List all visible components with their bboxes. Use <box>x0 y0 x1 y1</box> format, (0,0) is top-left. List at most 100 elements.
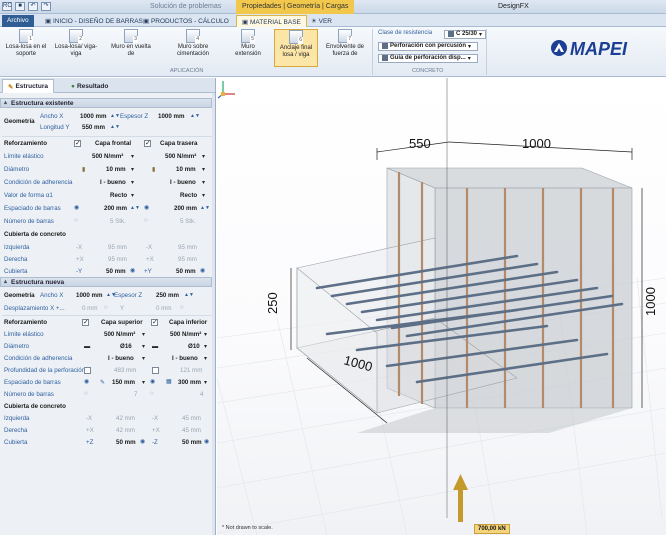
app-muro-cimentacion-button[interactable]: 4 Muro sobre cimentación <box>170 29 216 67</box>
length-y-spinner-icon[interactable]: ▲▼ <box>110 124 120 130</box>
chevron-down-icon[interactable]: ▾ <box>142 355 145 362</box>
undo-icon[interactable]: ↶ <box>28 2 38 11</box>
bottom-layer-checkbox[interactable] <box>151 318 158 326</box>
cover-spinner-icon[interactable]: ◉ <box>200 267 205 274</box>
existing-back-value[interactable]: 5 Stk. <box>180 218 196 225</box>
chevron-down-icon[interactable]: ▾ <box>204 379 207 386</box>
new-bottom-value[interactable]: 500 N/mm² <box>170 331 201 338</box>
chevron-down-icon[interactable]: ▾ <box>204 355 207 362</box>
pencil-icon[interactable]: ✎ <box>100 379 105 386</box>
width-x-spinner-icon[interactable]: ▲▼ <box>110 113 120 119</box>
spacing-radio-icon[interactable]: ◉ <box>150 378 155 385</box>
depth-top-checkbox[interactable] <box>84 367 91 374</box>
chevron-down-icon[interactable]: ▾ <box>131 153 134 160</box>
redo-icon[interactable]: ↷ <box>41 2 51 11</box>
app-envolvente-fuerza-button[interactable]: 7 Envolvente de fuerza de <box>322 29 368 67</box>
chevron-down-icon[interactable]: ▾ <box>202 166 205 173</box>
width-x-input[interactable]: 1000 mm <box>80 113 107 120</box>
existing-front-value[interactable]: 5 Stk. <box>110 218 126 225</box>
chevron-down-icon[interactable]: ▾ <box>202 179 205 186</box>
spinner-icon[interactable]: ▲▼ <box>130 205 140 211</box>
tab-ver[interactable]: ☀ VER <box>306 15 337 27</box>
existing-back-value[interactable]: 200 mm <box>174 205 197 212</box>
displacement-x-input[interactable]: 0 mm <box>82 305 97 312</box>
cover-value[interactable]: 42 mm <box>116 415 135 422</box>
new-top-value[interactable]: Ø16 <box>120 343 132 350</box>
back-layer-checkbox[interactable] <box>144 139 151 147</box>
chevron-down-icon[interactable]: ▾ <box>202 153 205 160</box>
chevron-down-icon[interactable]: ▾ <box>131 179 134 186</box>
cover-spinner-icon[interactable]: ◉ <box>130 267 135 274</box>
cover-value[interactable]: 95 mm <box>178 244 197 251</box>
cover-value[interactable]: 50 mm <box>106 268 126 275</box>
spacing-radio-icon[interactable]: ◉ <box>84 378 89 385</box>
cover-value[interactable]: 50 mm <box>182 439 202 446</box>
new-thickness-z-input[interactable]: 250 mm <box>156 292 179 299</box>
chevron-down-icon[interactable]: ▾ <box>142 331 145 338</box>
app-anclaje-final-button[interactable]: 6 Anclaje final losa / viga <box>274 29 318 67</box>
count-radio-icon[interactable]: ○ <box>150 390 154 397</box>
existing-back-value[interactable]: I - bueno <box>170 179 196 186</box>
chevron-down-icon[interactable]: ▾ <box>142 343 145 350</box>
cover-spinner-icon[interactable]: ◉ <box>204 438 209 445</box>
spacing-radio-icon[interactable]: ◉ <box>74 204 79 211</box>
displacement-y-input[interactable]: 0 mm <box>156 305 171 312</box>
cover-spinner-icon[interactable]: ◉ <box>140 438 145 445</box>
new-top-value[interactable]: 150 mm <box>112 379 135 386</box>
thickness-z-input[interactable]: 1000 mm <box>158 113 185 120</box>
panel-scrollbar[interactable] <box>212 93 215 535</box>
app-losa-losa-soporte-button[interactable]: 1 Losa-losa en el soporte <box>4 29 48 67</box>
count-radio-icon[interactable]: ○ <box>74 217 78 224</box>
spinner-icon[interactable]: ▲▼ <box>184 292 194 298</box>
new-top-value[interactable]: 7 <box>134 391 137 398</box>
cover-value[interactable]: 95 mm <box>108 256 127 263</box>
tab-productos[interactable]: ▣ PRODUCTOS - CÁLCULO <box>138 15 234 27</box>
tab-resultado[interactable]: ● Resultado <box>66 79 113 93</box>
displacement-x-radio-icon[interactable]: ○ <box>104 304 108 311</box>
3d-viewport[interactable]: 550 1000 250 1000 1000 700,00 kN * Not d… <box>217 78 666 535</box>
axes-icon[interactable] <box>217 78 239 100</box>
length-y-input[interactable]: 550 mm <box>82 124 105 131</box>
chevron-down-icon[interactable]: ▾ <box>204 331 207 338</box>
new-width-x-input[interactable]: 1000 mm <box>76 292 103 299</box>
cover-value[interactable]: 50 mm <box>176 268 196 275</box>
existing-back-value[interactable]: 500 N/mm² <box>165 153 196 160</box>
existing-front-value[interactable]: 500 N/mm² <box>92 153 123 160</box>
thickness-z-spinner-icon[interactable]: ▲▼ <box>190 113 200 119</box>
drilling-guide-select[interactable]: Guía de perforación disp... ▾ <box>378 53 478 63</box>
spacing-radio-icon[interactable]: ◉ <box>144 204 149 211</box>
tab-material-base[interactable]: ▣ MATERIAL BASE <box>236 15 307 27</box>
app-losa-viga-button[interactable]: 2 Losa-losa/ viga-viga <box>54 29 98 67</box>
cover-value[interactable]: 95 mm <box>178 256 197 263</box>
cover-value[interactable]: 42 mm <box>116 427 135 434</box>
tab-file[interactable]: Archivo <box>2 15 34 27</box>
cover-value[interactable]: 95 mm <box>108 244 127 251</box>
new-bottom-value[interactable]: 121 mm <box>180 367 202 374</box>
existing-front-value[interactable]: I - bueno <box>100 179 126 186</box>
context-tools-label[interactable]: Propiedades | Geometría | Cargas <box>236 0 355 14</box>
existing-front-value[interactable]: 200 mm <box>104 205 127 212</box>
new-top-value[interactable]: 500 N/mm² <box>104 331 135 338</box>
existing-front-value[interactable]: 10 mm <box>106 166 126 173</box>
chevron-down-icon[interactable]: ▾ <box>131 166 134 173</box>
chevron-down-icon[interactable]: ▾ <box>142 379 145 386</box>
depth-bottom-checkbox[interactable] <box>152 367 159 374</box>
new-top-value[interactable]: I - bueno <box>108 355 134 362</box>
new-bottom-value[interactable]: 4 <box>200 391 203 398</box>
new-top-value[interactable]: 483 mm <box>114 367 136 374</box>
chevron-down-icon[interactable]: ▾ <box>204 343 207 350</box>
new-bottom-value[interactable]: I - bueno <box>172 355 198 362</box>
existing-front-value[interactable]: Recto <box>110 192 127 199</box>
chevron-down-icon[interactable]: ▾ <box>202 192 205 199</box>
new-bottom-value[interactable]: 300 mm <box>178 379 201 386</box>
section-existing-structure[interactable]: Estructura existente <box>0 98 212 108</box>
count-radio-icon[interactable]: ○ <box>144 217 148 224</box>
spinner-icon[interactable]: ▲▼ <box>200 205 210 211</box>
tab-inicio[interactable]: ▣ INICIO - DISEÑO DE BARRAS <box>40 15 148 27</box>
existing-back-value[interactable]: 10 mm <box>176 166 196 173</box>
top-layer-checkbox[interactable] <box>82 318 89 326</box>
new-bottom-value[interactable]: Ø10 <box>188 343 200 350</box>
tab-estructura[interactable]: ✎ Estructura <box>2 79 54 93</box>
existing-back-value[interactable]: Recto <box>180 192 197 199</box>
section-new-structure[interactable]: Estructura nueva <box>0 277 212 287</box>
